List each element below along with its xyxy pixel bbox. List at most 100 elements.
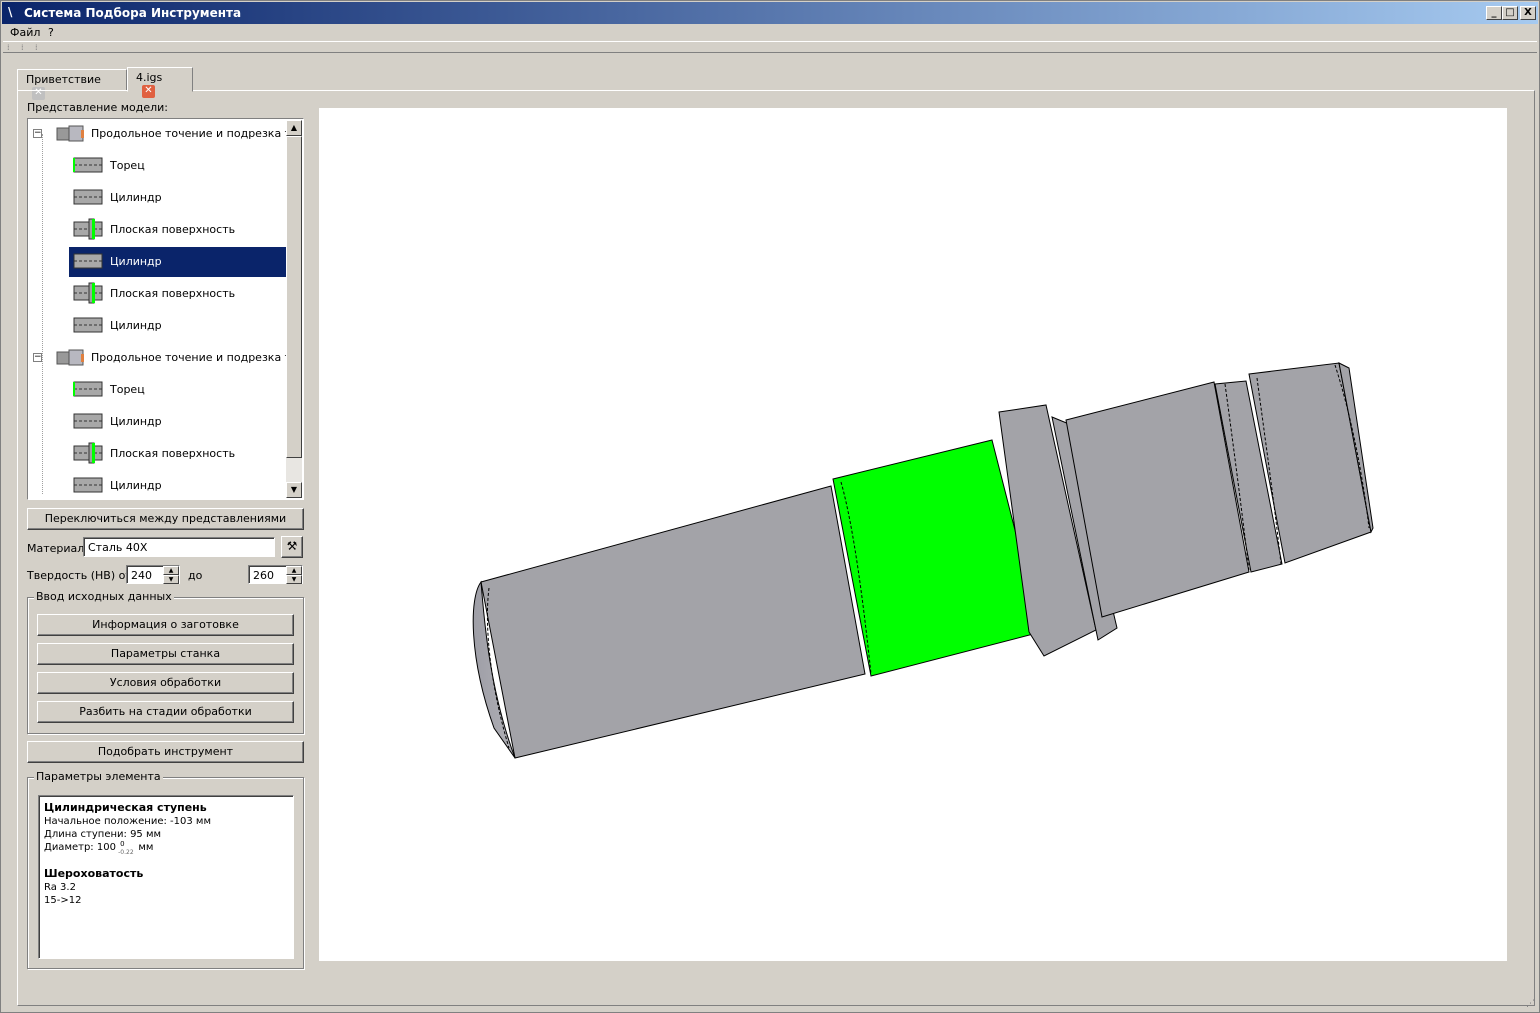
spin-up-icon[interactable]: ▲ <box>163 566 179 575</box>
params-start-position: Начальное положение: -103 мм <box>44 816 211 827</box>
element-params-text: Цилиндрическая ступень Начальное положен… <box>38 795 294 959</box>
end-face-icon <box>73 378 105 400</box>
tree-label: Представление модели: <box>27 101 168 114</box>
menu-file[interactable]: Файл <box>10 26 40 39</box>
params-tolerance: 0 -0.22 <box>118 840 135 856</box>
menu-bar: Файл ? <box>2 25 1538 41</box>
roughness-grade: 15->12 <box>44 895 82 906</box>
tab-4-igs[interactable]: 4.igs ✕ <box>127 67 193 98</box>
element-params-group-title: Параметры элемента <box>34 770 163 783</box>
params-diameter-unit: мм <box>138 842 154 853</box>
tree-scrollbar[interactable]: ▲ ▼ <box>286 120 302 498</box>
cylinder-icon <box>73 410 105 432</box>
cylinder-icon <box>73 474 105 496</box>
tree-item[interactable]: Плоская поверхность <box>69 215 287 245</box>
cylinder-icon <box>73 250 105 272</box>
flat-surface-icon <box>73 282 105 304</box>
shaft-section-left <box>480 485 866 759</box>
tree-guide-line <box>42 134 43 494</box>
tree-item[interactable]: Цилиндр <box>69 471 287 498</box>
spin-up-icon[interactable]: ▲ <box>286 566 302 575</box>
toolbar-grip-icon[interactable]: ⁞ <box>21 44 29 52</box>
hardness-to-spinner[interactable]: ▲ ▼ <box>286 566 302 584</box>
turning-operation-icon <box>55 346 87 368</box>
wrench-icon[interactable]: ⚒ <box>281 536 303 558</box>
tree-item-label: Плоская поверхность <box>110 223 236 236</box>
scroll-up-icon[interactable]: ▲ <box>286 120 302 136</box>
params-diameter: Диаметр: 100 0 -0.22 мм <box>44 840 288 856</box>
tree-group-node[interactable]: Продольное точение и подрезка то... <box>55 343 287 373</box>
model-tree[interactable]: − Продольное точение и подрезка то... Торе… <box>27 118 304 500</box>
spin-down-icon[interactable]: ▼ <box>286 575 302 584</box>
tree-item[interactable]: Плоская поверхность <box>69 439 287 469</box>
flat-surface-icon <box>73 218 105 240</box>
tree-item-label: Цилиндр <box>110 191 162 204</box>
shaft-model[interactable] <box>319 108 1507 961</box>
params-heading: Цилиндрическая ступень <box>44 801 207 814</box>
toolbar-grip-icon[interactable]: ⁞ <box>7 44 15 52</box>
hardness-from-spinner[interactable]: ▲ ▼ <box>163 566 179 584</box>
close-button[interactable]: X <box>1520 6 1536 20</box>
tree-item[interactable]: Торец <box>69 151 287 181</box>
flat-surface-icon <box>73 442 105 464</box>
tree-item[interactable]: Цилиндр <box>69 407 287 437</box>
minimize-button[interactable]: _ <box>1486 6 1502 20</box>
machine-params-button[interactable]: Параметры станка <box>37 643 294 665</box>
tree-item-label: Плоская поверхность <box>110 447 236 460</box>
params-step-length: Длина ступени: 95 мм <box>44 829 162 840</box>
roughness-heading: Шероховатость <box>44 867 144 880</box>
tree-item[interactable]: Цилиндр <box>69 183 287 213</box>
switch-view-button[interactable]: Переключиться между представлениями <box>27 508 304 530</box>
end-face-icon <box>73 154 105 176</box>
input-data-group-title: Ввод исходных данных <box>34 590 174 603</box>
title-bar[interactable]: \ Система Подбора Инструмента _ □ X <box>2 2 1538 24</box>
tree-item[interactable]: Цилиндр <box>69 247 287 277</box>
params-diameter-value: Диаметр: 100 <box>44 842 116 853</box>
cylinder-icon <box>73 186 105 208</box>
scroll-thumb[interactable] <box>286 136 302 458</box>
tree-item-label: Торец <box>110 383 145 396</box>
collapse-icon[interactable]: − <box>33 129 42 138</box>
hardness-label: Твердость (HB) от <box>27 569 132 582</box>
tab-welcome[interactable]: Приветствие ✕ <box>17 69 127 100</box>
tree-items: − Продольное точение и подрезка то... Торе… <box>29 120 287 498</box>
select-tool-button[interactable]: Подобрать инструмент <box>27 741 304 763</box>
toolbar-grip-icon[interactable]: ⁞ <box>35 44 43 52</box>
tree-item[interactable]: Торец <box>69 375 287 405</box>
tree-item-label: Цилиндр <box>110 415 162 428</box>
tree-item[interactable]: Цилиндр <box>69 311 287 341</box>
collapse-icon[interactable]: − <box>33 353 42 362</box>
scroll-down-icon[interactable]: ▼ <box>286 482 302 498</box>
cylinder-icon <box>73 314 105 336</box>
material-field[interactable]: Сталь 40Х <box>83 537 275 557</box>
tree-group-node[interactable]: Продольное точение и подрезка то... <box>55 120 287 149</box>
tab-welcome-label: Приветствие <box>26 73 101 86</box>
hardness-to-label: до <box>188 569 203 582</box>
blank-info-button[interactable]: Информация о заготовке <box>37 614 294 636</box>
tree-item-label: Продольное точение и подрезка то... <box>91 127 287 140</box>
maximize-button[interactable]: □ <box>1502 6 1518 20</box>
split-stages-button[interactable]: Разбить на стадии обработки <box>37 701 294 723</box>
roughness-ra: Ra 3.2 <box>44 882 76 893</box>
tab-4-igs-label: 4.igs <box>136 71 163 84</box>
machining-conditions-button[interactable]: Условия обработки <box>37 672 294 694</box>
tree-item-label: Плоская поверхность <box>110 287 236 300</box>
window-title: Система Подбора Инструмента <box>24 6 242 20</box>
tree-item-label: Цилиндр <box>110 479 162 492</box>
main-window: \ Система Подбора Инструмента _ □ X Файл… <box>0 0 1540 1013</box>
tree-item-label: Цилиндр <box>110 255 162 268</box>
tree-item-label: Продольное точение и подрезка то... <box>91 351 287 364</box>
menu-help[interactable]: ? <box>48 26 54 39</box>
model-viewport[interactable] <box>319 108 1507 961</box>
turning-operation-icon <box>55 122 87 144</box>
resize-grip-icon[interactable]: ⋰ <box>1526 999 1535 1009</box>
tree-item-label: Цилиндр <box>110 319 162 332</box>
toolbar-area: ⁞ ⁞ ⁞ <box>3 41 1537 53</box>
params-tolerance-lower: -0.22 <box>118 849 134 856</box>
spin-down-icon[interactable]: ▼ <box>163 575 179 584</box>
app-icon: \ <box>8 5 13 19</box>
close-icon[interactable]: ✕ <box>142 84 155 98</box>
material-label: Материал <box>27 542 85 555</box>
tree-item-label: Торец <box>110 159 145 172</box>
tree-item[interactable]: Плоская поверхность <box>69 279 287 309</box>
